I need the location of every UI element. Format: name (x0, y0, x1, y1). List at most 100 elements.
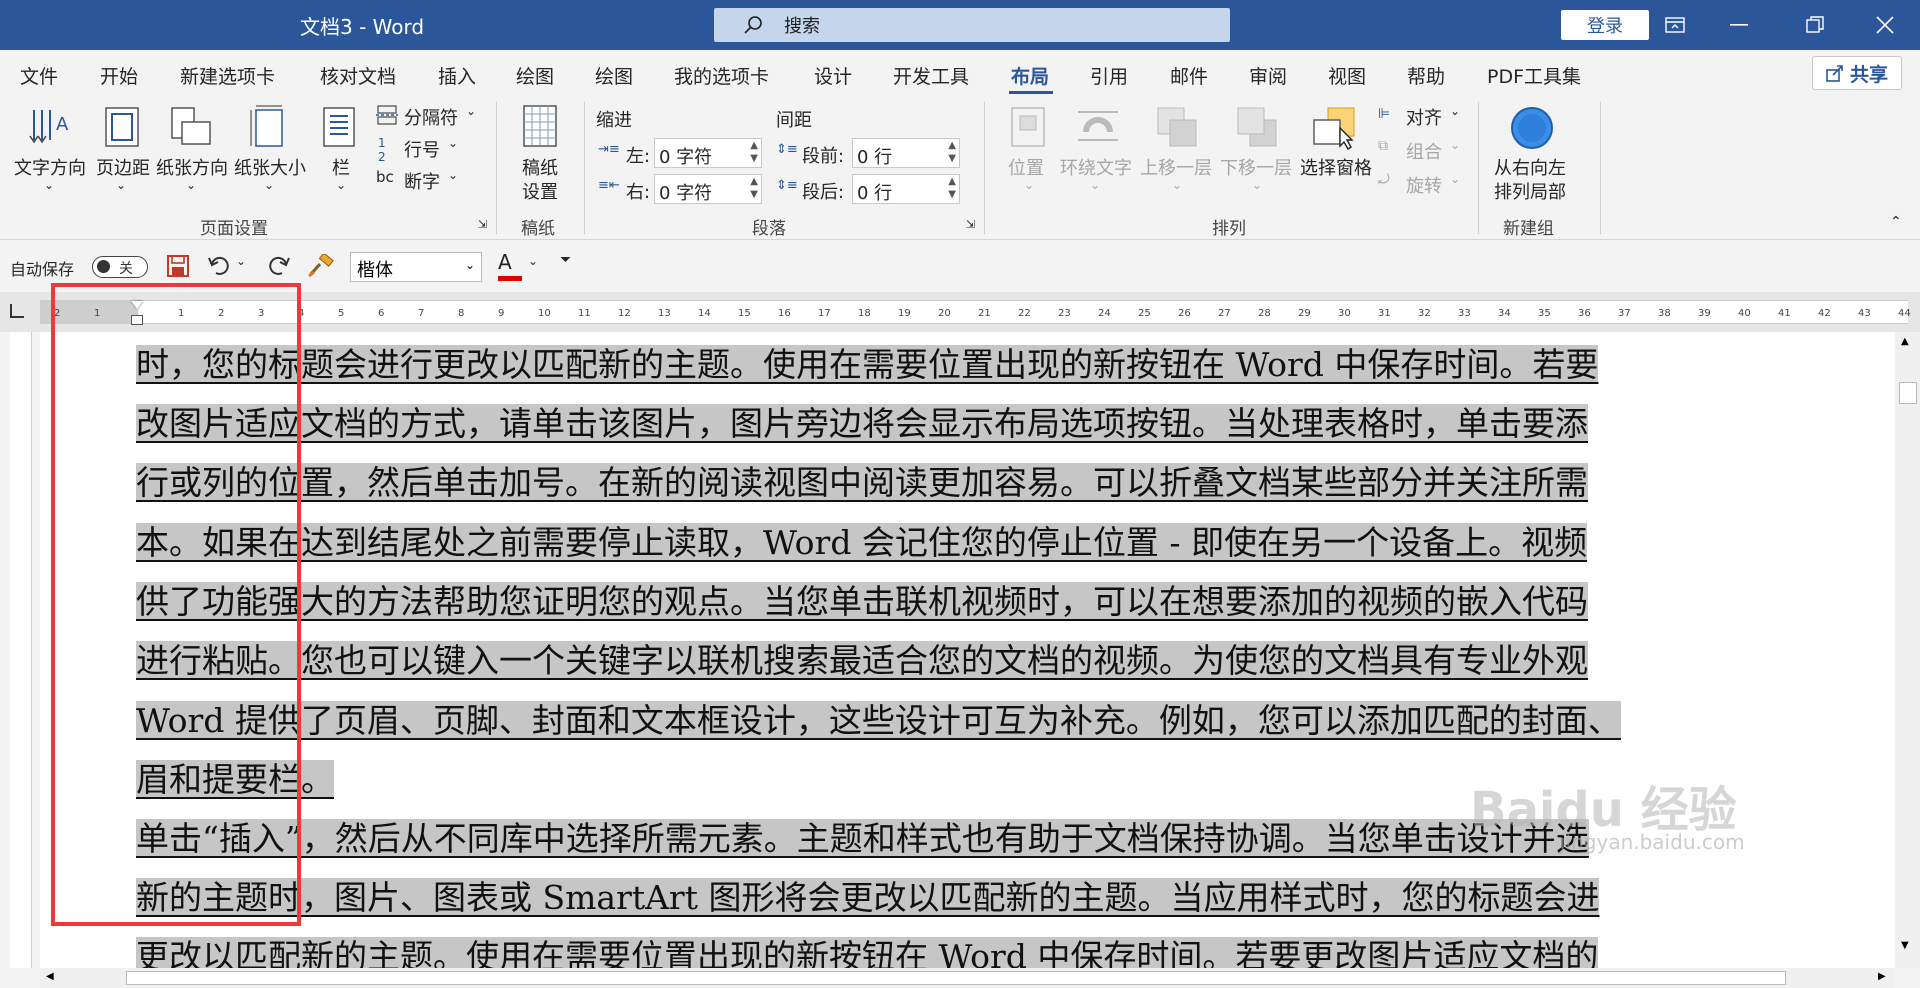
align-button[interactable]: 对齐 (1406, 104, 1442, 130)
bring-forward-button[interactable]: 上移一层 (1140, 154, 1212, 180)
tab-help[interactable]: 帮助 (1407, 62, 1445, 89)
send-backward-button[interactable]: 下移一层 (1220, 154, 1292, 180)
selection-pane-icon[interactable] (1312, 106, 1358, 150)
tab-mailings[interactable]: 邮件 (1170, 62, 1208, 89)
document-line[interactable]: 改图片适应文档的方式，请单击该图片，图片旁边将会显示布局选项按钮。当处理表格时，… (136, 399, 1588, 449)
tab-view[interactable]: 视图 (1328, 62, 1366, 89)
font-name-select[interactable]: 楷体 ⌄ (350, 252, 482, 282)
indent-right-input[interactable]: 0 字符 ▲ ▼ (654, 174, 762, 204)
group-button[interactable]: 组合 (1406, 138, 1442, 164)
document-line[interactable]: 新的主题时，图片、图表或 SmartArt 图形将会更改以匹配新的主题。当应用样… (136, 873, 1600, 923)
save-icon[interactable] (166, 254, 190, 278)
document-line[interactable]: Word 提供了页眉、页脚、封面和文本框设计，这些设计可互为补充。例如，您可以添… (136, 696, 1621, 746)
customize-qat-icon[interactable]: ⏷ (560, 252, 571, 268)
chevron-down-icon: ⌄ (1450, 138, 1461, 152)
document-page[interactable]: 时，您的标题会进行更改以匹配新的主题。使用在需要位置出现的新按钮在 Word 中… (40, 332, 1895, 968)
rtl-arrange-button-line2[interactable]: 排列局部 (1494, 178, 1566, 204)
position-icon[interactable] (1010, 106, 1046, 148)
scroll-up-icon[interactable]: ▲ (1901, 336, 1909, 347)
page-size-icon[interactable] (248, 104, 288, 150)
restore-icon[interactable] (1792, 6, 1838, 44)
wrap-text-icon[interactable] (1076, 106, 1120, 146)
send-backward-icon[interactable] (1236, 106, 1278, 148)
page-size-button[interactable]: 纸张大小 (234, 154, 306, 180)
margins-button[interactable]: 页边距 (96, 154, 150, 180)
font-color-button[interactable]: A (498, 250, 522, 281)
scroll-down-icon[interactable]: ▼ (1901, 940, 1909, 951)
chevron-down-icon[interactable]: ⌄ (528, 254, 538, 268)
tab-file[interactable]: 文件 (20, 62, 58, 89)
tab-proofread[interactable]: 核对文档 (320, 62, 396, 89)
breaks-button[interactable]: 分隔符 (404, 104, 458, 130)
tab-new-tab[interactable]: 新建选项卡 (180, 62, 275, 89)
rtl-arrange-button[interactable]: 从右向左 (1494, 154, 1566, 180)
minimize-icon[interactable] (1716, 6, 1762, 44)
tab-draw-1[interactable]: 绘图 (516, 62, 554, 89)
text-direction-icon[interactable]: A (28, 106, 72, 146)
tab-my-tab[interactable]: 我的选项卡 (674, 62, 769, 89)
format-painter-icon[interactable] (308, 254, 334, 278)
ribbon-display-options-icon[interactable] (1652, 6, 1698, 44)
tab-design[interactable]: 设计 (814, 62, 852, 89)
rotate-button[interactable]: 旋转 (1406, 172, 1442, 198)
tab-pdf-tools[interactable]: PDF工具集 (1487, 62, 1581, 89)
document-line[interactable]: 行或列的位置，然后单击加号。在新的阅读视图中阅读更加容易。可以折叠文档某些部分并… (136, 458, 1588, 508)
columns-icon[interactable] (322, 106, 356, 148)
document-line[interactable]: 本。如果在达到结尾处之前需要停止读取，Word 会记住您的停止位置 - 即使在另… (136, 518, 1588, 568)
undo-icon[interactable] (208, 254, 232, 276)
scrollbar-thumb[interactable] (126, 971, 1786, 985)
collapse-ribbon-icon[interactable]: ⌃ (1890, 214, 1902, 230)
spinner-arrows-icon[interactable]: ▲ ▼ (948, 139, 956, 165)
spacing-before-input[interactable]: 0 行 ▲ ▼ (852, 138, 960, 168)
spinner-arrows-icon[interactable]: ▲ ▼ (948, 175, 956, 201)
text-direction-button[interactable]: 文字方向 (14, 154, 86, 180)
orientation-icon[interactable] (168, 106, 212, 150)
document-line[interactable]: 供了功能强大的方法帮助您证明您的观点。当您单击联机视频时，可以在想要添加的视频的… (136, 577, 1588, 627)
login-button[interactable]: 登录 (1561, 10, 1649, 40)
tab-references[interactable]: 引用 (1090, 62, 1128, 89)
scroll-right-icon[interactable]: ▶ (1878, 971, 1886, 982)
margins-icon[interactable] (102, 106, 142, 148)
document-line[interactable]: 时，您的标题会进行更改以匹配新的主题。使用在需要位置出现的新按钮在 Word 中… (136, 340, 1599, 390)
document-line[interactable]: 单击“插入”，然后从不同库中选择所需元素。主题和样式也有助于文档保持协调。当您单… (136, 814, 1589, 864)
tab-home[interactable]: 开始 (100, 62, 138, 89)
search-box[interactable]: 搜索 (714, 8, 1230, 42)
scrollbar-thumb[interactable] (1899, 382, 1917, 404)
dialog-launcher-icon[interactable]: ⇲ (478, 218, 487, 231)
horizontal-ruler[interactable]: 2 1 1 2 3 4 5 6 7 8 9 10 11 12 13 14 15 16 17 18 19 20 21 22 2… (40, 300, 1911, 325)
chevron-down-icon[interactable]: ⌄ (236, 254, 246, 268)
tab-layout[interactable]: 布局 (1011, 62, 1049, 89)
bring-forward-icon[interactable] (1156, 106, 1198, 148)
manuscript-setup-button[interactable]: 稿纸 (522, 154, 558, 180)
manuscript-icon[interactable] (522, 104, 558, 148)
spinner-arrows-icon[interactable]: ▲ ▼ (750, 139, 758, 165)
spacing-after-input[interactable]: 0 行 ▲ ▼ (852, 174, 960, 204)
redo-icon[interactable] (266, 254, 290, 276)
document-line[interactable]: 更改以匹配新的主题。使用在需要位置出现的新按钮在 Word 中保存时间。若要更改… (136, 932, 1599, 968)
selection-pane-button[interactable]: 选择窗格 (1300, 154, 1372, 180)
dialog-launcher-icon[interactable]: ⇲ (966, 218, 975, 231)
document-line[interactable]: 进行粘贴。您也可以键入一个关键字以联机搜索最适合您的文档的视频。为使您的文档具有… (136, 636, 1588, 686)
manuscript-setup-button-line2[interactable]: 设置 (522, 178, 558, 204)
scroll-left-icon[interactable]: ◀ (46, 971, 54, 982)
close-icon[interactable] (1862, 6, 1908, 44)
tab-developer[interactable]: 开发工具 (893, 62, 969, 89)
spinner-arrows-icon[interactable]: ▲ ▼ (750, 175, 758, 201)
autosave-toggle[interactable]: 关 (92, 256, 148, 278)
orientation-button[interactable]: 纸张方向 (156, 154, 228, 180)
rtl-arrange-icon[interactable] (1508, 104, 1556, 152)
share-button[interactable]: 共享 (1812, 56, 1902, 90)
wrap-text-button[interactable]: 环绕文字 (1060, 154, 1132, 180)
indent-left-input[interactable]: 0 字符 ▲ ▼ (654, 138, 762, 168)
vertical-ruler[interactable] (10, 332, 32, 968)
position-button[interactable]: 位置 (1008, 154, 1044, 180)
tab-draw-2[interactable]: 绘图 (595, 62, 633, 89)
columns-button[interactable]: 栏 (332, 154, 350, 180)
line-numbers-button[interactable]: 行号 (404, 136, 440, 162)
tab-review[interactable]: 审阅 (1249, 62, 1287, 89)
vertical-scrollbar[interactable]: ▲ ▼ (1895, 332, 1920, 968)
hyphenation-button[interactable]: 断字 (404, 168, 440, 194)
tab-insert[interactable]: 插入 (438, 62, 476, 89)
tab-selector-icon[interactable] (10, 304, 24, 318)
horizontal-scrollbar[interactable]: ◀ ▶ (40, 968, 1895, 988)
